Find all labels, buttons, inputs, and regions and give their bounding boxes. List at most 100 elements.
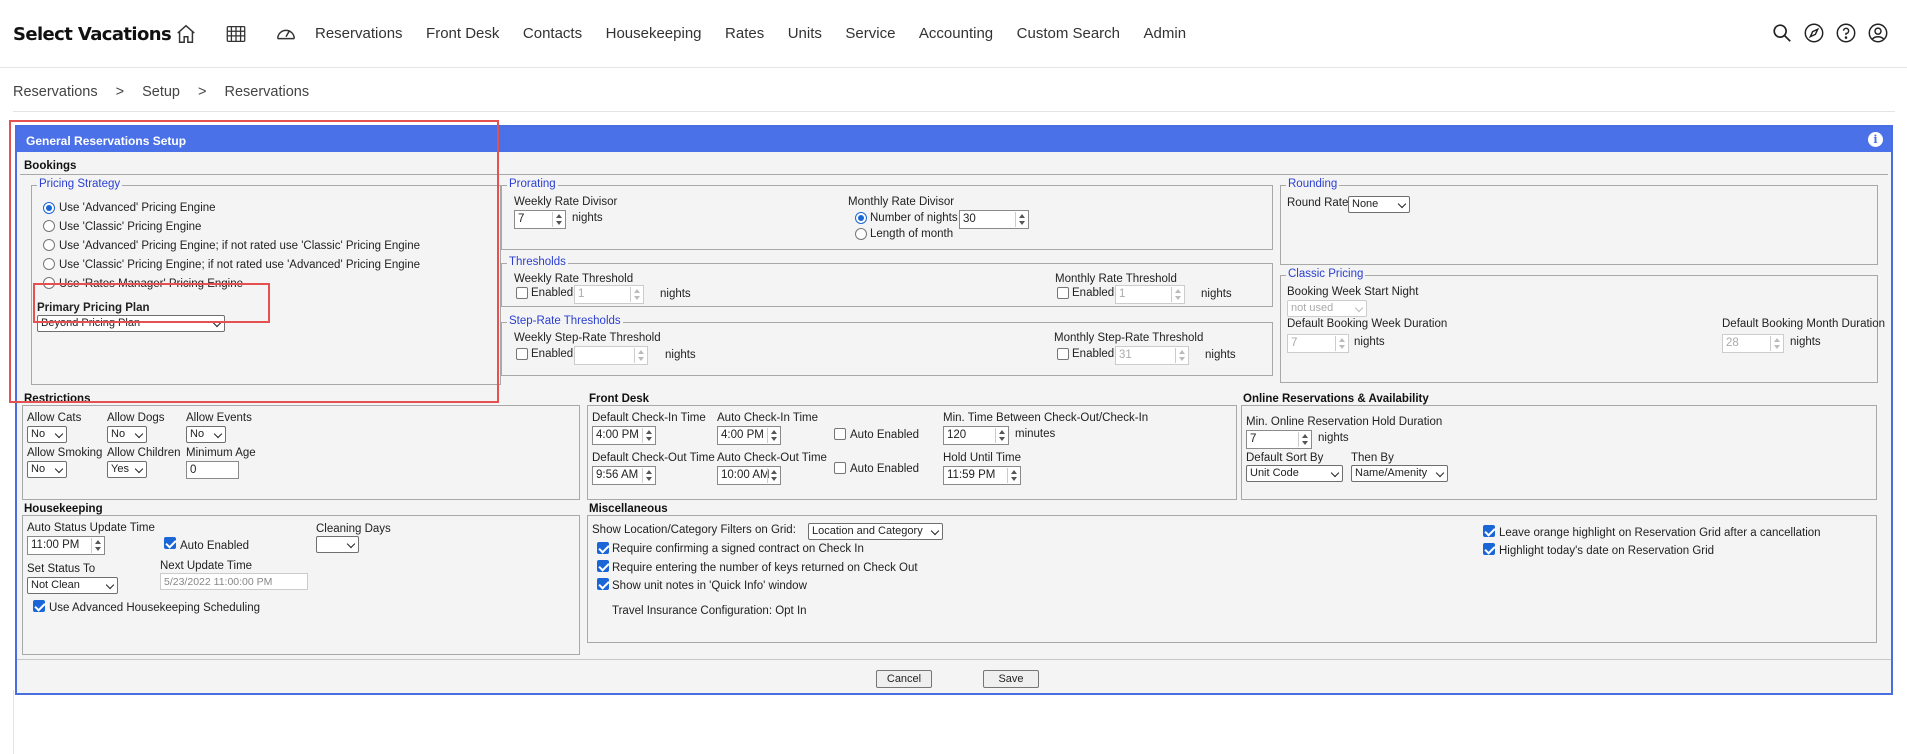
info-icon[interactable]: i	[1868, 132, 1883, 147]
allow-events-select[interactable]: No	[186, 426, 226, 443]
weekly-rate-divisor-input[interactable]: 7	[514, 210, 566, 229]
allow-dogs-select[interactable]: No	[107, 426, 147, 443]
dashboard-gauge-icon[interactable]	[272, 22, 300, 46]
monthly-rate-divisor-value: 30	[963, 213, 976, 225]
pricing-option-classic-fallback-label: Use 'Classic' Pricing Engine; if not rat…	[59, 259, 420, 271]
monthly-step-enabled-checkbox[interactable]	[1057, 348, 1069, 360]
unit-notes-checkbox[interactable]	[597, 578, 609, 590]
cleaning-days-select[interactable]	[316, 536, 359, 553]
signed-contract-checkbox[interactable]	[597, 542, 609, 554]
allow-smoking-select[interactable]: No	[27, 461, 67, 478]
hold-until-input[interactable]: 11:59 PM	[943, 466, 1021, 485]
auto-check-out-input[interactable]: 10:00 AM	[717, 466, 781, 485]
length-of-month-radio[interactable]	[855, 228, 867, 240]
default-week-duration-input[interactable]: 7	[1287, 334, 1349, 353]
auto-check-in-enabled-checkbox[interactable]	[834, 428, 846, 440]
allow-cats-select[interactable]: No	[27, 426, 67, 443]
default-month-duration-spinner[interactable]	[1770, 336, 1782, 351]
booking-week-start-select[interactable]: not used	[1287, 300, 1367, 317]
online-hold-duration-spinner[interactable]	[1298, 432, 1310, 447]
monthly-step-input[interactable]: 31	[1115, 346, 1189, 365]
menu-item-admin[interactable]: Admin	[1144, 25, 1187, 42]
pricing-option-classic-fallback-radio[interactable]	[43, 258, 55, 270]
allow-children-select[interactable]: Yes	[107, 461, 147, 478]
auto-check-out-label: Auto Check-Out Time	[717, 452, 827, 464]
default-sort-by-select[interactable]: Unit Code	[1246, 465, 1343, 482]
monthly-step-spinner[interactable]	[1175, 348, 1187, 363]
online-hold-duration-input[interactable]: 7	[1246, 430, 1312, 449]
weekly-threshold-spinner[interactable]	[630, 287, 642, 302]
auto-check-out-value: 10:00 AM	[721, 469, 770, 481]
menu-item-units[interactable]: Units	[788, 25, 822, 42]
menu-item-service[interactable]: Service	[845, 25, 895, 42]
menu-item-reservations[interactable]: Reservations	[315, 25, 403, 42]
weekly-threshold-input[interactable]: 1	[574, 285, 644, 304]
auto-check-in-label: Auto Check-In Time	[717, 412, 818, 424]
number-of-nights-radio[interactable]	[855, 212, 867, 224]
breadcrumb-reservations[interactable]: Reservations	[13, 84, 98, 100]
monthly-rate-divisor-input[interactable]: 30	[959, 210, 1029, 229]
weekly-rate-divisor-spinner[interactable]	[552, 212, 564, 227]
auto-status-time-spinner[interactable]	[91, 538, 103, 553]
save-button[interactable]: Save	[983, 670, 1039, 688]
weekly-step-input[interactable]	[574, 346, 648, 365]
default-check-in-input[interactable]: 4:00 PM	[592, 426, 656, 445]
menu-item-contacts[interactable]: Contacts	[523, 25, 582, 42]
auto-check-in-spinner[interactable]	[767, 428, 779, 443]
default-check-out-spinner[interactable]	[642, 468, 654, 483]
min-time-between-spinner[interactable]	[995, 428, 1007, 443]
menu-item-rates[interactable]: Rates	[725, 25, 764, 42]
hold-until-spinner[interactable]	[1007, 468, 1019, 483]
monthly-rate-divisor-spinner[interactable]	[1015, 212, 1027, 227]
weekly-step-enabled-checkbox[interactable]	[516, 348, 528, 360]
default-month-duration-input[interactable]: 28	[1722, 334, 1784, 353]
min-time-between-input[interactable]: 120	[943, 426, 1009, 445]
home-icon[interactable]	[172, 22, 200, 46]
next-update-time-label: Next Update Time	[160, 560, 253, 572]
breadcrumb-setup[interactable]: Setup	[142, 84, 180, 100]
monthly-threshold-enabled-checkbox[interactable]	[1057, 287, 1069, 299]
weekly-step-spinner[interactable]	[634, 348, 646, 363]
monthly-threshold-input[interactable]: 1	[1115, 285, 1185, 304]
set-status-to-select[interactable]: Not Clean	[27, 577, 118, 594]
auto-status-enabled-checkbox[interactable]	[164, 537, 176, 549]
pricing-option-advanced-fallback-radio[interactable]	[43, 239, 55, 251]
default-check-in-spinner[interactable]	[642, 428, 654, 443]
calendar-grid-icon[interactable]	[222, 22, 250, 46]
default-week-duration-spinner[interactable]	[1335, 336, 1347, 351]
minimum-age-label: Minimum Age	[186, 447, 256, 459]
location-filters-select[interactable]: Location and Category	[808, 523, 943, 540]
pricing-option-advanced-radio[interactable]	[43, 202, 55, 214]
auto-check-in-input[interactable]: 4:00 PM	[717, 426, 781, 445]
weekly-threshold-enabled-checkbox[interactable]	[516, 287, 528, 299]
search-icon[interactable]	[1771, 22, 1793, 44]
cancel-button[interactable]: Cancel	[876, 670, 932, 688]
auto-check-out-spinner[interactable]	[767, 468, 779, 483]
primary-pricing-plan-select[interactable]: Beyond Pricing Plan	[37, 315, 225, 332]
breadcrumb: Reservations > Setup > Reservations	[13, 84, 309, 100]
default-check-out-input[interactable]: 9:56 AM	[592, 466, 656, 485]
menu-item-accounting[interactable]: Accounting	[919, 25, 993, 42]
menu-item-front-desk[interactable]: Front Desk	[426, 25, 499, 42]
menu-item-housekeeping[interactable]: Housekeeping	[606, 25, 702, 42]
pricing-option-rates-manager-radio[interactable]	[43, 277, 55, 289]
user-icon[interactable]	[1867, 22, 1889, 44]
today-highlight-checkbox[interactable]	[1483, 543, 1495, 555]
help-icon[interactable]	[1835, 22, 1857, 44]
round-rate-select[interactable]: None	[1348, 196, 1410, 213]
min-time-between-unit: minutes	[1015, 428, 1056, 440]
pricing-option-classic-radio[interactable]	[43, 220, 55, 232]
top-navbar: Select Vacations Reservations Front Desk…	[0, 0, 1907, 68]
then-by-select[interactable]: Name/Amenity	[1351, 465, 1448, 482]
minimum-age-input[interactable]: 0	[186, 461, 239, 479]
advanced-housekeeping-checkbox[interactable]	[33, 600, 45, 612]
monthly-step-value: 31	[1119, 349, 1132, 361]
auto-status-time-input[interactable]: 11:00 PM	[27, 536, 105, 555]
menu-item-custom-search[interactable]: Custom Search	[1017, 25, 1120, 42]
allow-smoking-label: Allow Smoking	[27, 447, 103, 459]
keys-returned-checkbox[interactable]	[597, 560, 609, 572]
compass-icon[interactable]	[1803, 22, 1825, 44]
orange-highlight-checkbox[interactable]	[1483, 525, 1495, 537]
auto-check-out-enabled-checkbox[interactable]	[834, 462, 846, 474]
monthly-threshold-spinner[interactable]	[1171, 287, 1183, 302]
